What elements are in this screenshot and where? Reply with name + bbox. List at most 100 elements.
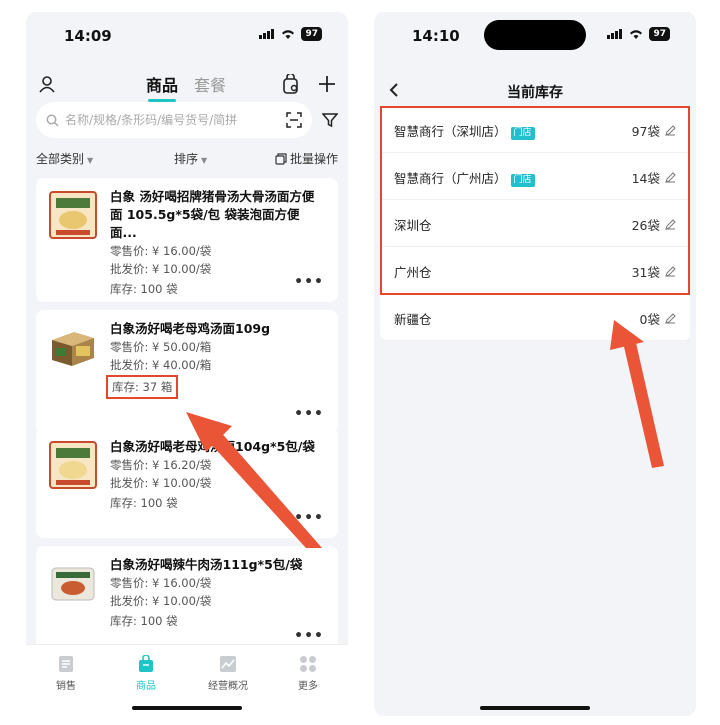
status-icons: 97 — [607, 27, 670, 41]
copy-icon — [275, 152, 287, 165]
store-tag: 门店 — [510, 127, 535, 140]
home-indicator — [480, 706, 590, 710]
more-icon[interactable]: ••• — [294, 628, 324, 644]
product-name: 白象汤好喝老母鸡汤面109g — [110, 321, 271, 336]
product-name: 白象汤好喝辣牛肉汤111g*5包/袋 — [110, 557, 303, 572]
product-image — [51, 567, 95, 601]
store-stock-list: 智慧商行（深圳店） 门店 97袋 智慧商行（广州店） 门店 14袋 深圳仓 26袋 … — [380, 106, 690, 341]
list-item: 智慧商行（深圳店） 门店 97袋 — [380, 106, 690, 153]
retail-price: 零售价: ¥ 16.00/袋 — [110, 576, 212, 590]
stock-count: 库存: 100 袋 — [110, 496, 178, 510]
more-icon[interactable]: ••• — [294, 406, 324, 422]
stock-detail-screen: 14:10 97 当前库存 智慧商行（深圳店） 门店 97袋 智慧商行（广州店）门… — [374, 12, 696, 716]
retail-price: 零售价: ¥ 50.00/箱 — [110, 340, 212, 354]
product-card[interactable]: 白象汤好喝老母鸡汤面109g 零售价: ¥ 50.00/箱 批发价: ¥ 40.… — [36, 310, 338, 434]
dynamic-island — [484, 20, 586, 50]
product-image — [52, 332, 94, 366]
caret-down-icon: ▼ — [201, 156, 208, 165]
stock-count: 库存: 100 袋 — [110, 282, 178, 296]
add-icon[interactable] — [318, 75, 336, 93]
store-name: 广州仓 — [394, 265, 432, 280]
product-card[interactable]: 白象汤好喝老母鸡汤面104g*5包/袋 零售价: ¥ 16.20/袋 批发价: … — [36, 428, 338, 538]
more-icon[interactable]: ••• — [294, 274, 324, 290]
more-icon[interactable]: ••• — [294, 510, 324, 526]
store-name: 新疆仓 — [394, 312, 432, 327]
product-info: 白象汤好喝老母鸡汤面104g*5包/袋 零售价: ¥ 16.20/袋 批发价: … — [110, 438, 324, 513]
wholesale-price: 批发价: ¥ 40.00/箱 — [110, 358, 212, 372]
product-info: 白象 汤好喝招牌猪骨汤大骨汤面方便面 105.5g*5袋/包 袋装泡面方便面..… — [110, 188, 324, 299]
tab-goods[interactable]: 商品 — [146, 72, 178, 102]
status-time: 14:09 — [64, 27, 112, 45]
search-box — [36, 102, 312, 138]
search-row — [36, 102, 338, 138]
status-bar: 14:09 97 — [26, 12, 348, 56]
user-icon[interactable] — [38, 75, 56, 97]
edit-qty-button[interactable]: 31袋 — [632, 262, 676, 281]
product-name: 白象汤好喝老母鸡汤面104g*5包/袋 — [110, 439, 315, 454]
store-tag: 门店 — [510, 174, 535, 187]
caret-down-icon: ▼ — [87, 156, 94, 165]
product-list: 白象 汤好喝招牌猪骨汤大骨汤面方便面 105.5g*5袋/包 袋装泡面方便面..… — [36, 178, 338, 646]
pencil-icon — [665, 219, 676, 230]
page-title: 当前库存 — [507, 85, 563, 101]
page-header: 当前库存 — [374, 80, 696, 104]
stock-count: 库存: 100 袋 — [110, 614, 178, 628]
search-icon — [46, 114, 59, 127]
chart-icon — [220, 656, 236, 672]
wholesale-price: 批发价: ¥ 10.00/袋 — [110, 262, 212, 276]
edit-qty-button[interactable]: 14袋 — [632, 168, 676, 187]
stock-count: 库存: 37 箱 — [106, 375, 179, 399]
store-name: 智慧商行（广州店） 门店 — [394, 168, 535, 187]
product-list-screen: 14:09 97 商品 套餐 全部类别▼ 排序▼ — [26, 12, 348, 716]
nav-overview[interactable]: 经营概况 — [198, 655, 258, 692]
tab-package[interactable]: 套餐 — [194, 72, 226, 96]
product-card[interactable]: 白象汤好喝辣牛肉汤111g*5包/袋 零售价: ¥ 16.00/袋 批发价: ¥… — [36, 546, 338, 646]
grid-icon — [300, 656, 316, 672]
status-icons: 97 — [259, 27, 322, 41]
list-item: 广州仓 31袋 — [380, 247, 690, 294]
list-item: 深圳仓 26袋 — [380, 200, 690, 247]
product-info: 白象汤好喝辣牛肉汤111g*5包/袋 零售价: ¥ 16.00/袋 批发价: ¥… — [110, 556, 324, 631]
home-indicator — [132, 706, 242, 710]
search-input[interactable] — [65, 113, 280, 127]
wholesale-price: 批发价: ¥ 10.00/袋 — [110, 476, 212, 490]
pencil-icon — [665, 313, 676, 324]
retail-price: 零售价: ¥ 16.00/袋 — [110, 244, 212, 258]
list-item: 新疆仓 0袋 — [380, 294, 690, 341]
bottom-nav: 销售 商品 经营概况 更多 — [26, 644, 348, 716]
sort-dropdown[interactable]: 排序 ▼ — [174, 150, 207, 167]
edit-qty-button[interactable]: 26袋 — [632, 215, 676, 234]
product-info: 白象汤好喝老母鸡汤面109g 零售价: ¥ 50.00/箱 批发价: ¥ 40.… — [106, 320, 324, 399]
filter-icon[interactable] — [322, 112, 338, 128]
nav-goods[interactable]: 商品 — [116, 655, 176, 692]
filter-row: 全部类别 ▼ 排序 ▼ 批量操作 — [36, 148, 338, 168]
pencil-icon — [665, 172, 676, 183]
store-name: 智慧商行（深圳店） 门店 — [394, 121, 535, 140]
goods-icon — [139, 655, 153, 672]
tab-bar: 商品 套餐 — [146, 72, 226, 102]
pencil-icon — [665, 125, 676, 136]
pencil-icon — [665, 266, 676, 277]
nav-more[interactable]: 更多 — [278, 655, 338, 692]
product-name: 白象 汤好喝招牌猪骨汤大骨汤面方便面 105.5g*5袋/包 袋装泡面方便面..… — [110, 189, 315, 240]
product-image — [49, 441, 97, 489]
wholesale-price: 批发价: ¥ 10.00/袋 — [110, 594, 212, 608]
store-name: 深圳仓 — [394, 218, 432, 233]
list-item: 智慧商行（广州店） 门店 14袋 — [380, 153, 690, 200]
category-dropdown[interactable]: 全部类别 ▼ — [36, 150, 93, 167]
signal-icon — [259, 29, 275, 39]
scan-bag-icon[interactable] — [282, 74, 300, 94]
signal-icon — [607, 29, 623, 39]
wifi-icon — [630, 30, 643, 39]
battery-badge: 97 — [301, 27, 322, 41]
battery-badge: 97 — [649, 27, 670, 41]
sales-icon — [59, 656, 73, 672]
product-image — [49, 191, 97, 239]
top-header: 商品 套餐 — [26, 68, 348, 104]
edit-qty-button[interactable]: 97袋 — [632, 121, 676, 140]
scan-icon[interactable] — [286, 112, 302, 128]
nav-sales[interactable]: 销售 — [36, 655, 96, 692]
edit-qty-button[interactable]: 0袋 — [640, 309, 676, 328]
batch-operation-button[interactable]: 批量操作 — [275, 150, 338, 167]
product-card[interactable]: 白象 汤好喝招牌猪骨汤大骨汤面方便面 105.5g*5袋/包 袋装泡面方便面..… — [36, 178, 338, 302]
